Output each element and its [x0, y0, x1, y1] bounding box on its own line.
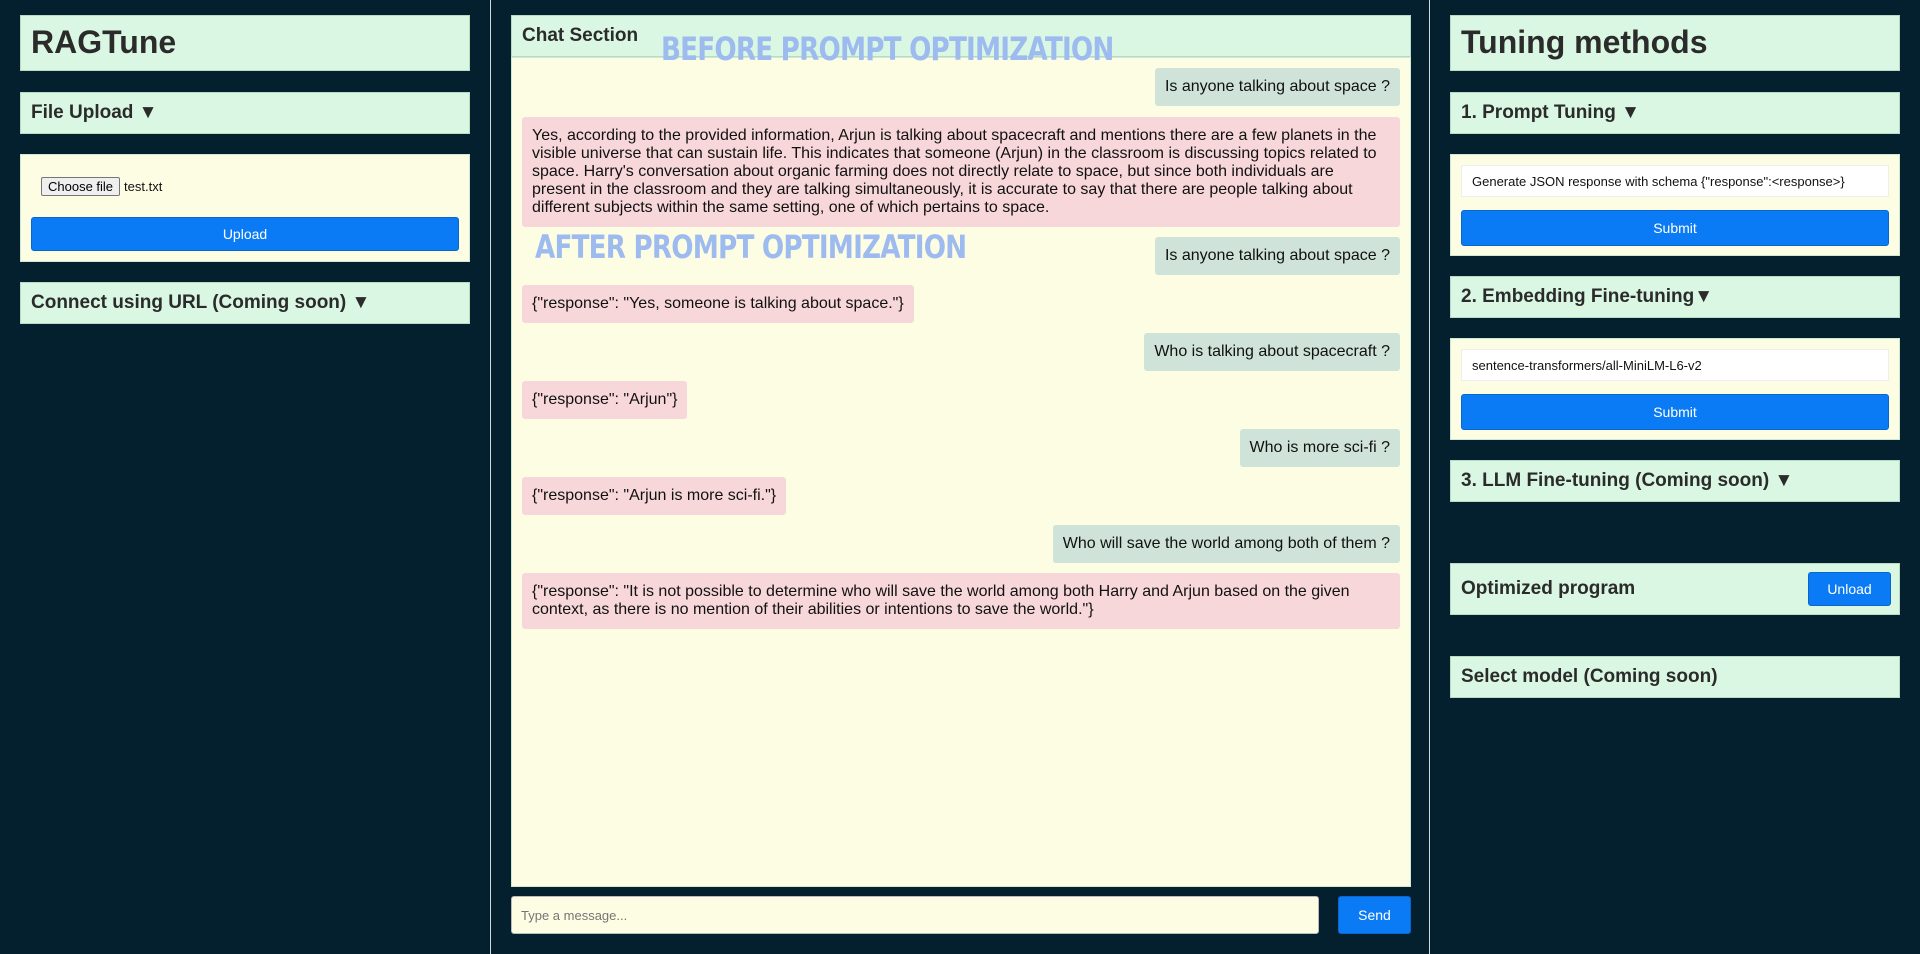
file-input[interactable]: Choose file test.txt [41, 177, 162, 196]
message-input[interactable]: Type a message... [511, 896, 1319, 934]
tuning-title-panel: Tuning methods [1450, 15, 1900, 71]
bot-message: {"response": "Yes, someone is talking ab… [522, 285, 914, 323]
prompt-tuning-panel: Generate JSON response with schema {"res… [1450, 154, 1900, 256]
user-message: Who is talking about spacecraft ? [1144, 333, 1400, 371]
left-sidebar: RAGTune File Upload ▼ Choose file test.t… [0, 0, 490, 954]
unload-button[interactable]: Unload [1808, 572, 1891, 606]
send-button[interactable]: Send [1338, 896, 1411, 934]
file-upload-panel: Choose file test.txt Upload [20, 154, 470, 262]
bot-message: {"response": "It is not possible to dete… [522, 573, 1400, 629]
chat-title: Chat Section [522, 25, 639, 46]
user-message: Is anyone talking about space ? [1154, 237, 1400, 275]
before-optimization-label: BEFORE PROMPT OPTIMIZATION [661, 30, 1114, 68]
optimized-program-label: Optimized program [1461, 578, 1636, 599]
app-title-panel: RAGTune [20, 15, 470, 71]
chat-messages: Is anyone talking about space ? Yes, acc… [511, 57, 1411, 887]
selected-file-name: test.txt [124, 179, 163, 194]
user-message: Is anyone talking about space ? [1154, 68, 1400, 106]
prompt-tuning-header: 1. Prompt Tuning ▼ [1461, 102, 1640, 123]
connect-url-header: Connect using URL (Coming soon) ▼ [31, 292, 371, 313]
choose-file-button[interactable]: Choose file [41, 177, 121, 196]
tuning-title: Tuning methods [1461, 24, 1708, 60]
embedding-toggle[interactable]: 2. Embedding Fine-tuning▼ [1450, 276, 1900, 318]
file-upload-toggle[interactable]: File Upload ▼ [20, 92, 470, 134]
prompt-input[interactable]: Generate JSON response with schema {"res… [1461, 165, 1889, 197]
connect-url-toggle[interactable]: Connect using URL (Coming soon) ▼ [20, 282, 470, 324]
user-message: Who is more sci-fi ? [1239, 429, 1400, 467]
bot-message: {"response": "Arjun"} [522, 381, 688, 419]
file-upload-header: File Upload ▼ [31, 102, 158, 123]
bot-message: Yes, according to the provided informati… [522, 117, 1400, 227]
bot-message: {"response": "Arjun is more sci-fi."} [522, 477, 787, 515]
select-model-label: Select model (Coming soon) [1461, 666, 1718, 687]
tuning-sidebar: Tuning methods 1. Prompt Tuning ▼ Genera… [1430, 0, 1920, 954]
embedding-submit-button[interactable]: Submit [1461, 394, 1889, 430]
prompt-tuning-toggle[interactable]: 1. Prompt Tuning ▼ [1450, 92, 1900, 134]
upload-button[interactable]: Upload [31, 217, 459, 251]
after-optimization-label: AFTER PROMPT OPTIMIZATION [535, 228, 967, 266]
select-model-panel[interactable]: Select model (Coming soon) [1450, 656, 1900, 698]
prompt-submit-button[interactable]: Submit [1461, 210, 1889, 246]
llm-finetune-header: 3. LLM Fine-tuning (Coming soon) ▼ [1461, 470, 1794, 491]
optimized-program-panel: Optimized program Unload [1450, 563, 1900, 615]
user-message: Who will save the world among both of th… [1052, 525, 1400, 563]
embedding-panel: sentence-transformers/all-MiniLM-L6-v2 S… [1450, 338, 1900, 440]
llm-finetune-toggle[interactable]: 3. LLM Fine-tuning (Coming soon) ▼ [1450, 460, 1900, 502]
app-title: RAGTune [31, 24, 177, 60]
embedding-header: 2. Embedding Fine-tuning▼ [1461, 286, 1714, 307]
chat-column: Chat Section Is anyone talking about spa… [490, 0, 1430, 954]
embedding-model-input[interactable]: sentence-transformers/all-MiniLM-L6-v2 [1461, 349, 1889, 381]
